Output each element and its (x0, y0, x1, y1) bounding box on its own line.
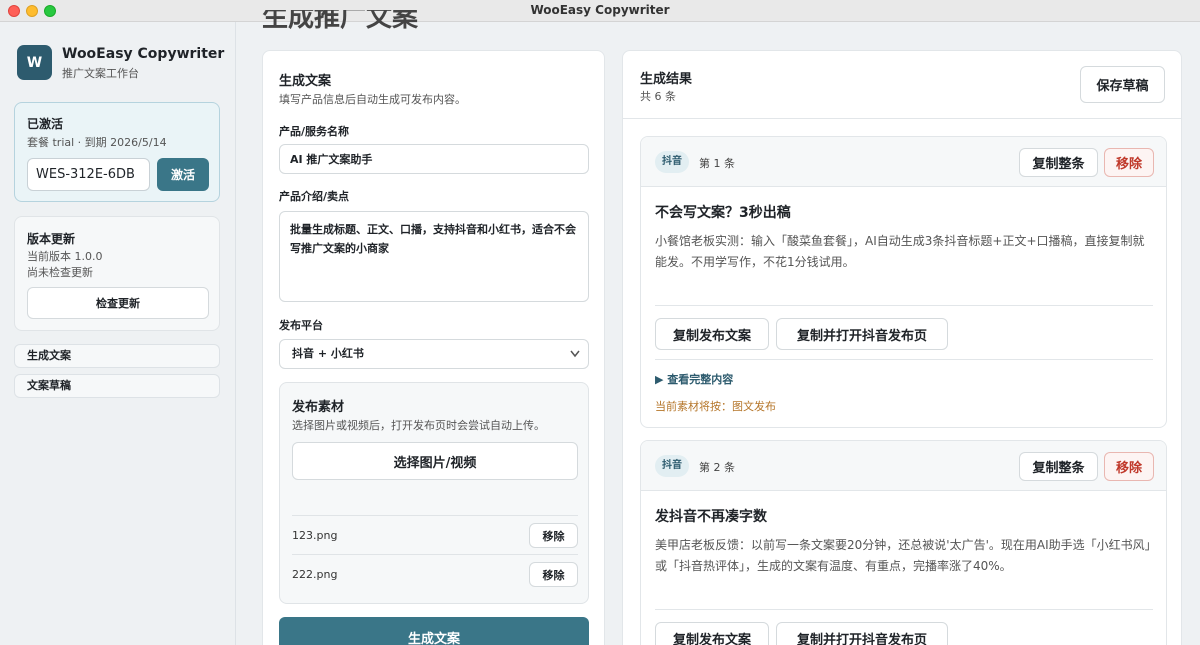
plan-info: 套餐 trial · 到期 2026/5/14 (27, 136, 167, 149)
result-index: 第 1 条 (699, 157, 735, 170)
results-panel: 生成结果 共 6 条 保存草稿 抖音 第 1 条 复制整条 移除 不会写文案？3… (622, 50, 1182, 645)
results-title: 生成结果 (640, 72, 693, 87)
activate-button[interactable]: 激活 (157, 158, 209, 191)
product-name-label: 产品/服务名称 (279, 125, 350, 138)
result-body: 小餐馆老板实测：输入「酸菜鱼套餐」，AI自动生成3条抖音标题+正文+口播稿，直接… (655, 234, 1145, 269)
result-card-header: 抖音 第 2 条 复制整条 移除 (641, 441, 1166, 491)
platform-badge: 抖音 (655, 455, 689, 477)
copy-all-button[interactable]: 复制整条 (1019, 452, 1098, 481)
update-card: 版本更新 当前版本 1.0.0 尚未检查更新 检查更新 (14, 216, 220, 331)
activation-status: 已激活 (27, 117, 64, 131)
result-card: 抖音 第 2 条 复制整条 移除 发抖音不再凑字数 美甲店老板反馈：以前写一条文… (640, 440, 1167, 645)
result-body: 美甲店老板反馈：以前写一条文案要20分钟，还总被说'太广告'。现在用AI助手选「… (655, 538, 1151, 573)
result-headline: 不会写文案？3秒出稿 (655, 205, 791, 221)
platform-label: 发布平台 (279, 319, 323, 332)
result-card-header: 抖音 第 1 条 复制整条 移除 (641, 137, 1166, 187)
activation-card: 已激活 套餐 trial · 到期 2026/5/14 激活 (14, 102, 220, 202)
sidebar: W WooEasy Copywriter 推广文案工作台 已激活 套餐 tria… (0, 22, 236, 645)
result-card: 抖音 第 1 条 复制整条 移除 不会写文案？3秒出稿 小餐馆老板实测：输入「酸… (640, 136, 1167, 428)
check-update-button[interactable]: 检查更新 (27, 287, 209, 319)
app-logo-icon: W (17, 45, 52, 80)
generate-form-panel: 生成文案 填写产品信息后自动生成可发布内容。 产品/服务名称 产品介绍/卖点 批… (262, 50, 605, 645)
results-count: 共 6 条 (640, 90, 676, 103)
file-name: 222.png (292, 568, 338, 581)
update-status: 尚未检查更新 (27, 266, 93, 279)
generate-button[interactable]: 生成文案 (279, 617, 589, 645)
current-version: 当前版本 1.0.0 (27, 250, 103, 263)
app-subtitle: 推广文案工作台 (62, 67, 139, 80)
form-title: 生成文案 (279, 74, 332, 89)
remove-result-button[interactable]: 移除 (1104, 452, 1154, 481)
media-subtitle: 选择图片或视频后，打开发布页时会尝试自动上传。 (292, 419, 545, 432)
chevron-down-icon (570, 340, 580, 380)
copy-post-button[interactable]: 复制发布文案 (655, 622, 769, 645)
copy-post-button[interactable]: 复制发布文案 (655, 318, 769, 350)
result-index: 第 2 条 (699, 461, 735, 474)
sidebar-item-drafts[interactable]: 文案草稿 (14, 374, 220, 398)
file-row: 123.png 移除 (292, 515, 578, 554)
sidebar-item-generate[interactable]: 生成文案 (14, 344, 220, 368)
copy-open-douyin-button[interactable]: 复制并打开抖音发布页 (776, 318, 948, 350)
divider (655, 305, 1153, 306)
platform-selected-value: 抖音 + 小红书 (292, 347, 364, 360)
update-title: 版本更新 (27, 232, 76, 246)
results-header: 生成结果 共 6 条 保存草稿 (623, 51, 1181, 119)
copy-open-douyin-button[interactable]: 复制并打开抖音发布页 (776, 622, 948, 645)
save-draft-button[interactable]: 保存草稿 (1080, 66, 1165, 103)
form-subtitle: 填写产品信息后自动生成可发布内容。 (279, 93, 466, 106)
app-name: WooEasy Copywriter (62, 46, 225, 62)
product-name-input[interactable] (279, 144, 589, 174)
file-row: 222.png 移除 (292, 554, 578, 593)
remove-file-button[interactable]: 移除 (529, 523, 578, 548)
file-name: 123.png (292, 529, 338, 542)
view-full-content-toggle[interactable]: ▶ 查看完整内容 (655, 371, 733, 387)
divider (655, 359, 1153, 360)
divider (655, 609, 1153, 610)
window-titlebar: WooEasy Copywriter (0, 0, 1200, 22)
choose-media-button[interactable]: 选择图片/视频 (292, 442, 578, 480)
license-key-input[interactable] (27, 158, 150, 191)
remove-result-button[interactable]: 移除 (1104, 148, 1154, 177)
platform-select[interactable]: 抖音 + 小红书 (279, 339, 589, 369)
media-section: 发布素材 选择图片或视频后，打开发布页时会尝试自动上传。 选择图片/视频 123… (279, 382, 589, 604)
window-title: WooEasy Copywriter (530, 3, 670, 17)
remove-file-button[interactable]: 移除 (529, 562, 578, 587)
result-headline: 发抖音不再凑字数 (655, 509, 767, 525)
product-desc-label: 产品介绍/卖点 (279, 190, 350, 203)
product-desc-textarea[interactable]: 批量生成标题、正文、口播，支持抖音和小红书，适合不会写推广文案的小商家 (279, 211, 589, 302)
copy-all-button[interactable]: 复制整条 (1019, 148, 1098, 177)
media-title: 发布素材 (292, 400, 345, 415)
media-mode-note: 当前素材将按：图文发布 (655, 400, 776, 413)
platform-badge: 抖音 (655, 151, 689, 173)
